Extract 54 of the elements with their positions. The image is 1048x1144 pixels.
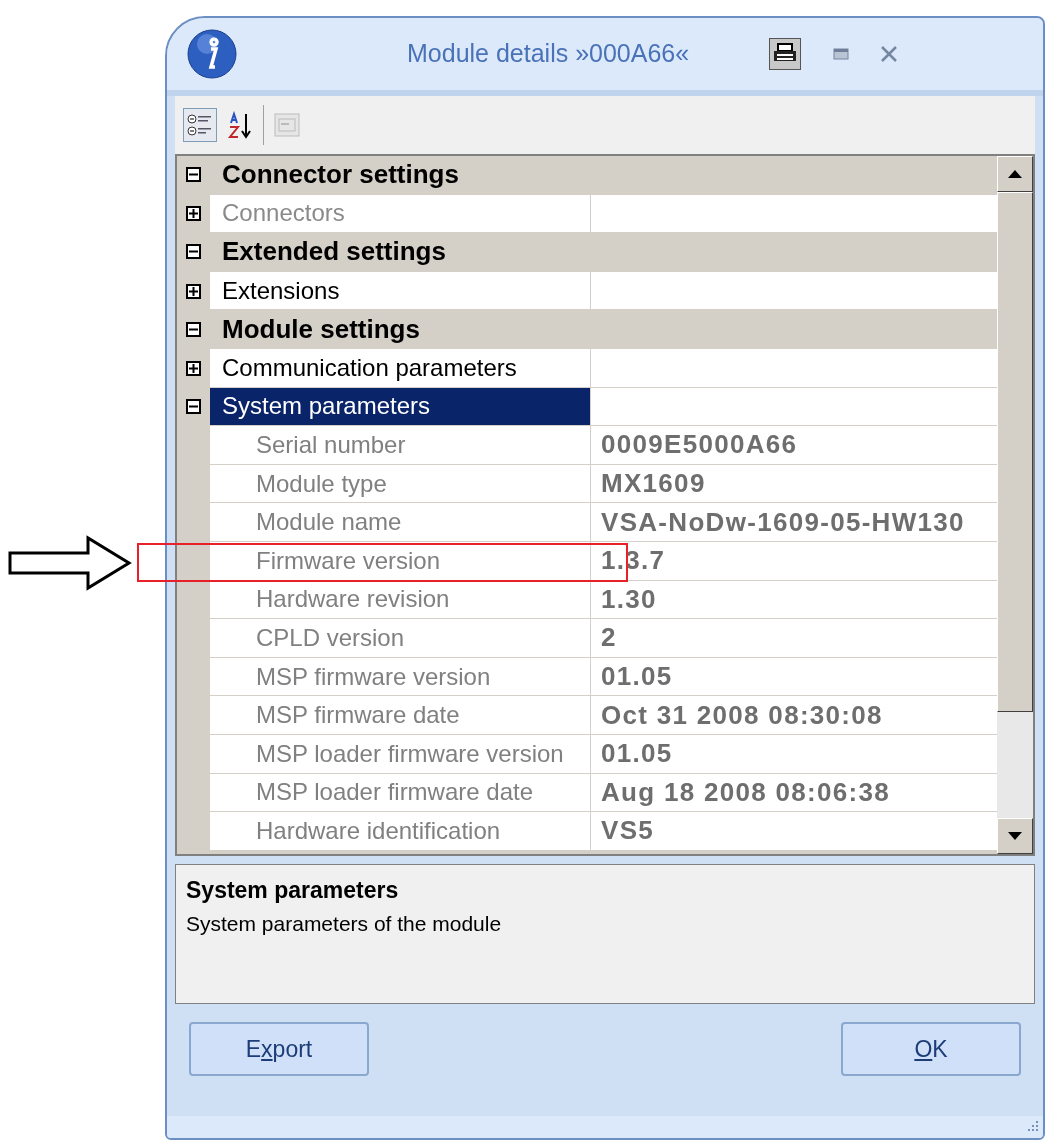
minimize-icon xyxy=(833,48,850,60)
property-value: 0009E5000A66 xyxy=(591,426,997,465)
property-name[interactable]: MSP firmware date xyxy=(210,696,591,735)
property-value: Aug 18 2008 08:06:38 xyxy=(591,773,997,813)
property-name[interactable]: CPLD version xyxy=(210,619,591,658)
scroll-thumb[interactable] xyxy=(997,192,1033,712)
collapse-toggle[interactable] xyxy=(186,321,201,337)
down-arrow-icon xyxy=(1008,832,1022,840)
category-header: Extended settings xyxy=(221,235,446,269)
property-value: 01.05 xyxy=(591,657,997,697)
value-cell[interactable] xyxy=(591,271,997,311)
property-name[interactable]: Extensions xyxy=(210,271,591,311)
up-arrow-icon xyxy=(1008,170,1022,178)
property-name[interactable]: MSP firmware version xyxy=(210,657,591,697)
property-value: Oct 31 2008 08:30:08 xyxy=(591,696,997,735)
value-cell[interactable] xyxy=(591,348,997,388)
property-name[interactable]: Module name xyxy=(210,503,591,542)
property-name[interactable]: System parameters xyxy=(210,387,591,427)
category-header: Module settings xyxy=(221,312,420,346)
collapse-toggle[interactable] xyxy=(186,244,201,260)
expand-toggle[interactable] xyxy=(186,283,201,299)
property-value: VSA-NoDw-1609-05-HW130 xyxy=(591,503,997,542)
dialog-button[interactable]: Export xyxy=(189,1022,369,1076)
property-value: 2 xyxy=(591,619,997,658)
property-name[interactable]: MSP loader firmware version xyxy=(210,734,591,774)
property-name[interactable]: Module type xyxy=(210,464,591,504)
property-value: 01.05 xyxy=(591,734,997,774)
property-name[interactable]: MSP loader firmware date xyxy=(210,773,591,813)
value-cell[interactable] xyxy=(591,387,997,427)
property-name[interactable]: Hardware revision xyxy=(210,580,591,620)
category-header: Connector settings xyxy=(221,158,459,192)
description-title: System parameters xyxy=(186,876,400,905)
print-button[interactable] xyxy=(769,38,802,70)
close-icon xyxy=(880,45,899,63)
value-cell[interactable] xyxy=(591,194,997,234)
property-value: MX1609 xyxy=(591,464,997,504)
property-name[interactable]: Serial number xyxy=(210,426,591,465)
collapse-toggle[interactable] xyxy=(186,167,201,183)
scroll-down-button[interactable] xyxy=(997,818,1033,854)
description-text: System parameters of the module xyxy=(186,910,503,937)
resize-grip-icon[interactable] xyxy=(1025,1120,1039,1134)
categorized-view-button[interactable] xyxy=(183,108,217,142)
info-icon xyxy=(187,29,237,79)
property-name[interactable]: Firmware version xyxy=(210,541,591,581)
scroll-up-button[interactable] xyxy=(997,156,1033,192)
property-value: VS5 xyxy=(591,812,997,851)
scrollbar[interactable] xyxy=(997,156,1033,854)
property-name[interactable]: Hardware identification xyxy=(210,812,591,851)
expand-toggle[interactable] xyxy=(186,360,201,376)
property-value: 1.30 xyxy=(591,580,997,620)
property-name[interactable]: Communication parameters xyxy=(210,348,591,388)
window-title: Module details »000A66« xyxy=(407,38,690,70)
dialog-button[interactable]: OK xyxy=(841,1022,1021,1076)
collapse-toggle[interactable] xyxy=(186,399,201,415)
